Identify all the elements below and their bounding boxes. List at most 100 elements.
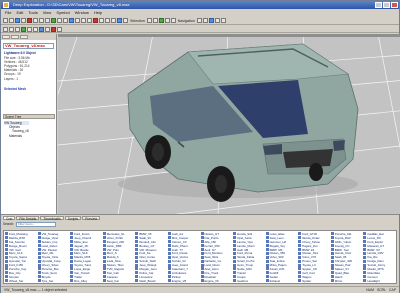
menu-symbol[interactable]: Symbol bbox=[56, 9, 69, 17]
status-num: NUM bbox=[366, 288, 374, 292]
view-front-icon[interactable] bbox=[21, 26, 26, 32]
file-icon bbox=[167, 279, 171, 283]
info-header: Lightwave 6.0 Object bbox=[4, 51, 36, 55]
view-persp-icon[interactable] bbox=[39, 26, 44, 32]
menu-help[interactable]: Help bbox=[94, 9, 102, 17]
file-item[interactable]: Dash_Board bbox=[135, 279, 167, 283]
file-item[interactable]: Rim_Alloy bbox=[70, 279, 102, 283]
file-icon bbox=[330, 279, 334, 283]
browser-search: Search: bbox=[1, 221, 399, 227]
select-box-icon[interactable] bbox=[152, 18, 158, 23]
tab-scripts[interactable]: Scripts bbox=[64, 216, 82, 221]
paste-icon[interactable] bbox=[45, 18, 50, 23]
file-item[interactable]: Spoiler bbox=[298, 279, 330, 283]
panel-tab-mat[interactable] bbox=[20, 35, 28, 39]
delete-icon[interactable] bbox=[27, 18, 32, 23]
app-icon bbox=[3, 2, 9, 8]
file-icon bbox=[200, 279, 204, 283]
file-item[interactable]: Engine_V6 bbox=[200, 279, 233, 283]
menu-bar: File Edit Tools View Symbol Window Help bbox=[1, 9, 399, 17]
file-item[interactable]: Exhaust bbox=[265, 279, 298, 283]
file-item[interactable]: Mirror bbox=[330, 279, 363, 283]
fly-icon[interactable] bbox=[208, 18, 214, 23]
tab-grid[interactable]: Grid bbox=[3, 216, 16, 221]
animation-icon[interactable] bbox=[45, 26, 50, 32]
minimize-button[interactable] bbox=[375, 2, 382, 8]
view-side-icon[interactable] bbox=[33, 26, 38, 32]
menu-edit[interactable]: Edit bbox=[16, 9, 23, 17]
3d-viewport[interactable] bbox=[58, 34, 400, 214]
file-icon bbox=[37, 279, 41, 283]
play-icon[interactable] bbox=[57, 26, 62, 32]
save-icon[interactable] bbox=[15, 18, 20, 23]
light-icon[interactable] bbox=[117, 18, 122, 23]
walk-icon[interactable] bbox=[202, 18, 208, 23]
select-icon[interactable] bbox=[146, 18, 152, 23]
file-item[interactable]: Seat_Car bbox=[102, 279, 135, 283]
view-top-icon[interactable] bbox=[27, 26, 32, 32]
grille bbox=[283, 149, 333, 168]
open-icon[interactable] bbox=[9, 18, 14, 23]
headlight-right bbox=[333, 140, 345, 151]
undo-icon[interactable] bbox=[57, 18, 62, 23]
orbit-icon[interactable] bbox=[196, 18, 202, 23]
grid-icon[interactable] bbox=[158, 18, 164, 23]
rotate-icon[interactable] bbox=[75, 18, 80, 23]
file-icon bbox=[70, 279, 74, 283]
zoom-icon[interactable] bbox=[69, 18, 74, 23]
status-scrl: SCRL bbox=[376, 288, 387, 292]
texture-icon[interactable] bbox=[111, 18, 116, 23]
pan-icon[interactable] bbox=[81, 18, 86, 23]
close-button[interactable] bbox=[391, 2, 398, 8]
cut-icon[interactable] bbox=[33, 18, 38, 23]
selected-mesh-link[interactable]: Selected Mesh bbox=[4, 87, 53, 91]
menu-tools[interactable]: Tools bbox=[28, 9, 37, 17]
axis-icon[interactable] bbox=[164, 18, 170, 23]
app-window: Deep Exploration - D:\3D\Cars\VW\Touareg… bbox=[0, 0, 400, 293]
print-icon[interactable] bbox=[21, 18, 26, 23]
up-folder-icon[interactable] bbox=[15, 26, 20, 32]
file-item[interactable]: Tyre_Set bbox=[37, 279, 70, 283]
wireframe-icon[interactable] bbox=[99, 18, 104, 23]
scene-tree: VW Touareg Objects Touareg_v8 Materials bbox=[4, 121, 29, 138]
file-icon bbox=[298, 279, 302, 283]
copy-icon[interactable] bbox=[39, 18, 44, 23]
file-item-label: Spoiler bbox=[302, 278, 312, 283]
redo-icon[interactable] bbox=[63, 18, 68, 23]
bbox-icon[interactable] bbox=[170, 18, 176, 23]
wheel-rim-front bbox=[215, 175, 227, 193]
search-input[interactable] bbox=[16, 221, 56, 227]
settings-icon[interactable] bbox=[220, 18, 226, 23]
tab-thumbnails[interactable]: Thumbnails bbox=[40, 216, 64, 221]
record-icon[interactable] bbox=[51, 26, 56, 32]
file-icon bbox=[5, 279, 8, 283]
file-grid[interactable]: Ford_Mustang VW_Touareg Ford_Focus Mercedes… bbox=[3, 230, 397, 284]
viewport-scene[interactable] bbox=[58, 34, 400, 214]
search-label: Search: bbox=[3, 222, 14, 226]
tab-preview[interactable]: Preview bbox=[82, 216, 101, 221]
file-icon bbox=[233, 279, 237, 283]
car-model[interactable] bbox=[118, 43, 359, 202]
stop-icon[interactable] bbox=[93, 18, 98, 23]
refresh-icon[interactable] bbox=[51, 18, 56, 23]
maximize-button[interactable] bbox=[383, 2, 390, 8]
file-item[interactable]: Wheel_Set bbox=[5, 279, 37, 283]
title-bar: Deep Exploration - D:\3D\Cars\VW\Touareg… bbox=[1, 1, 399, 9]
shaded-icon[interactable] bbox=[105, 18, 110, 23]
new-icon[interactable] bbox=[3, 18, 8, 23]
file-item[interactable]: Engine_V8 bbox=[167, 279, 200, 283]
tab-file-details[interactable]: File Details bbox=[16, 216, 40, 221]
home-icon[interactable] bbox=[214, 18, 220, 23]
file-item[interactable]: Gearbox bbox=[233, 279, 265, 283]
camera-icon[interactable] bbox=[123, 18, 128, 23]
menu-file[interactable]: File bbox=[5, 9, 11, 17]
panel-tab-info[interactable] bbox=[2, 35, 10, 39]
tree-node-materials[interactable]: Materials bbox=[4, 134, 29, 138]
forward-icon[interactable] bbox=[9, 26, 14, 32]
file-item[interactable]: Headlight bbox=[363, 279, 395, 283]
back-icon[interactable] bbox=[3, 26, 8, 32]
panel-tab-props[interactable] bbox=[11, 35, 19, 39]
menu-window[interactable]: Window bbox=[75, 9, 89, 17]
menu-view[interactable]: View bbox=[43, 9, 52, 17]
fit-icon[interactable] bbox=[87, 18, 92, 23]
